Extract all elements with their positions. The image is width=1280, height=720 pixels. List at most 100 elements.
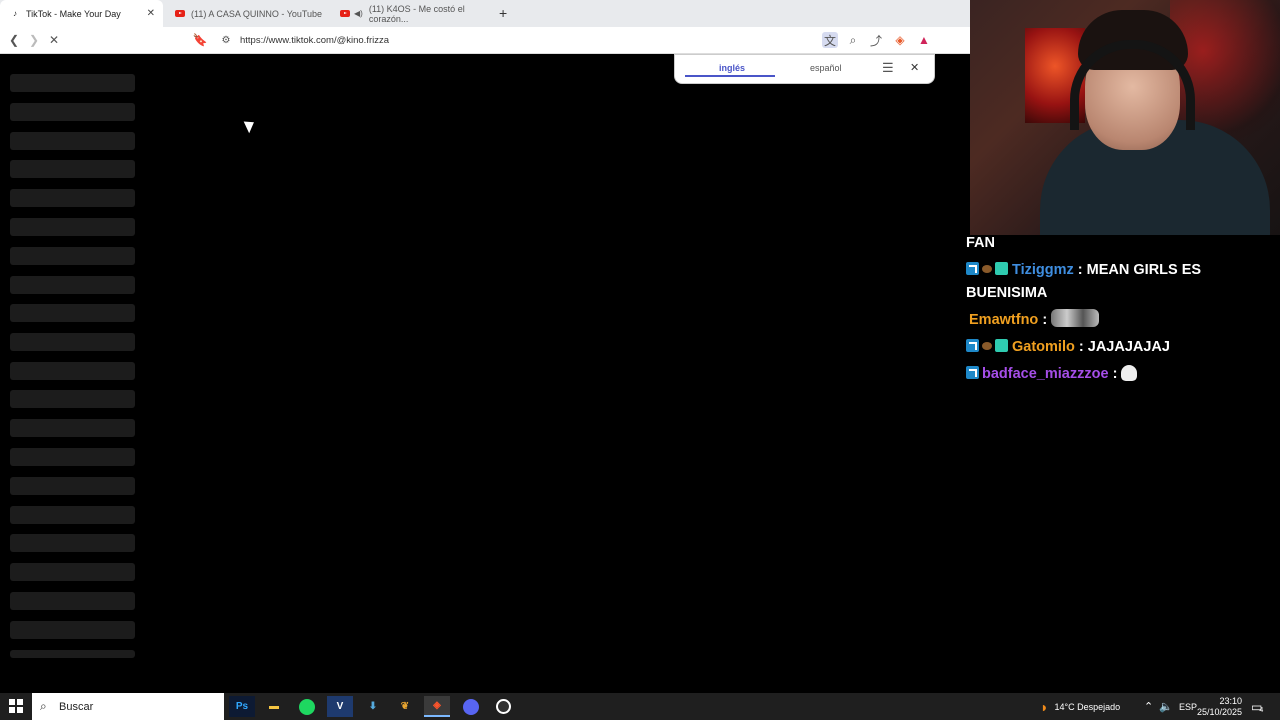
chat-text: JAJAJAJAJ [1087, 339, 1170, 355]
chat-partial-line: FAN [966, 232, 1280, 255]
site-settings-icon[interactable]: ⚙ [218, 32, 234, 48]
skeleton-item [10, 276, 135, 294]
clock-date: 25/10/2025 [1196, 706, 1242, 717]
vegas-icon[interactable]: V [327, 696, 353, 717]
address-bar[interactable]: ⚙ https://www.tiktok.com/@kino.frizza [214, 30, 844, 51]
taskbar-search-box[interactable]: ⌕ Buscar [32, 693, 224, 720]
selected-tab-indicator [685, 75, 775, 77]
spotify-icon[interactable] [294, 696, 320, 717]
tab-label: (11) K4OS - Me costó el corazón... [368, 3, 465, 24]
notification-count: 4 [1259, 707, 1264, 714]
chat-text: FAN [966, 235, 995, 251]
back-button[interactable]: ❮ [6, 32, 22, 48]
skeleton-item [10, 247, 135, 265]
translate-tab-target[interactable]: español [810, 63, 842, 73]
chat-message: Tiziggmz : MEAN GIRLS ES BUENISIMA [966, 259, 1280, 305]
notifications-button[interactable]: ▭ 4 [1251, 693, 1263, 720]
translate-icon[interactable]: 文 [822, 32, 838, 48]
brave-rewards-icon[interactable]: ▲ [916, 32, 932, 48]
youtube-icon [175, 9, 185, 19]
skeleton-item [10, 419, 135, 437]
app-icon[interactable]: ⬇ [360, 696, 386, 717]
menu-icon[interactable]: ☰ [882, 60, 894, 76]
chat-username: Gatomilo [1012, 339, 1075, 355]
mouse-cursor [243, 117, 258, 134]
brave-shield-icon[interactable]: ◈ [892, 32, 908, 48]
skeleton-item [10, 563, 135, 581]
weather-widget[interactable]: ◗ 14°C Despejado [1040, 693, 1120, 720]
windows-start-icon[interactable] [9, 699, 23, 713]
bookmark-icon[interactable]: 🔖 [192, 32, 208, 48]
skeleton-item [10, 592, 135, 610]
close-icon[interactable]: ✕ [910, 61, 919, 74]
tab-label: (11) A CASA QUINNO - YouTube [191, 8, 323, 19]
ball-badge-icon [982, 265, 992, 273]
clock-time: 23:10 [1219, 695, 1242, 706]
obs-icon[interactable] [490, 696, 516, 717]
zoom-icon[interactable]: ⌕ [845, 32, 861, 48]
skeleton-item [10, 189, 135, 207]
new-tab-button[interactable]: + [499, 5, 507, 21]
chat-separator: : [1112, 366, 1118, 382]
chat-separator: : [1042, 312, 1048, 328]
chat-separator: : [1077, 262, 1083, 278]
chat-username: badface_miazzzoe [982, 366, 1109, 382]
tab-youtube-k4os[interactable]: ◀) (11) K4OS - Me costó el corazón... [330, 0, 490, 27]
prime-badge-icon [966, 262, 979, 275]
skeleton-item [10, 333, 135, 351]
browser-toolbar: ❮ ❯ ✕ 🔖 ⚙ https://www.tiktok.com/@kino.f… [0, 27, 970, 54]
skull-emote-icon [1121, 365, 1138, 381]
sub-badge-icon [995, 339, 1008, 352]
webcam-overlay [970, 0, 1280, 235]
tab-label: TikTok - Make Your Day [26, 8, 121, 19]
taskbar: ⌕ Buscar Ps ▬ V ⬇ ❦ ◈ ◗ 14°C Despejado ⌃… [0, 693, 1280, 720]
skeleton-item [10, 534, 135, 552]
tab-youtube-casa-quinno[interactable]: (11) A CASA QUINNO - YouTube [165, 0, 330, 27]
skeleton-item [10, 477, 135, 495]
volume-icon[interactable]: 🔈 [1159, 693, 1173, 720]
emote-icon [1051, 309, 1100, 327]
language-indicator[interactable]: ESP [1179, 693, 1197, 720]
skeleton-item [10, 160, 135, 178]
translate-popup: inglés español ☰ ✕ [674, 54, 935, 84]
clock[interactable]: 23:10 25/10/2025 [1196, 693, 1242, 720]
skeleton-item [10, 74, 135, 92]
weather-icon: ◗ [1040, 698, 1049, 715]
chat-message: Emawtfno : [966, 309, 1280, 332]
translate-tab-source[interactable]: inglés [719, 63, 745, 73]
search-placeholder: Buscar [59, 700, 94, 713]
chat-message: badface_miazzzoe : [966, 363, 1280, 386]
fl-studio-icon[interactable]: ❦ [392, 696, 418, 717]
tab-bar: ♪ TikTok - Make Your Day ✕ (11) A CASA Q… [0, 0, 970, 27]
close-icon[interactable]: ✕ [147, 8, 155, 19]
brave-browser-icon[interactable]: ◈ [424, 696, 450, 717]
file-explorer-icon[interactable]: ▬ [261, 696, 287, 717]
skeleton-item [10, 132, 135, 150]
screen: ♪ TikTok - Make Your Day ✕ (11) A CASA Q… [0, 0, 1280, 720]
skeleton-item [10, 362, 135, 380]
search-icon: ⌕ [40, 699, 47, 713]
share-icon[interactable]: ⤴ [868, 32, 884, 48]
tab-tiktok[interactable]: ♪ TikTok - Make Your Day ✕ [0, 0, 163, 27]
weather-text: 14°C Despejado [1054, 701, 1121, 712]
chat-message: Gatomilo : JAJAJAJAJ [966, 336, 1280, 359]
chat-separator: : [1078, 339, 1084, 355]
stop-loading-button[interactable]: ✕ [46, 32, 62, 48]
prime-badge-icon [966, 339, 979, 352]
prime-badge-icon [966, 366, 979, 379]
url-text: https://www.tiktok.com/@kino.frizza [240, 35, 390, 46]
forward-button[interactable]: ❯ [26, 32, 42, 48]
sub-badge-icon [995, 262, 1008, 275]
chat-username: Tiziggmz [1012, 262, 1074, 278]
skeleton-item [10, 390, 135, 408]
speaker-icon[interactable]: ◀) [354, 9, 363, 19]
chat-username: Emawtfno [969, 312, 1039, 328]
discord-icon[interactable] [458, 696, 484, 717]
skeleton-item [10, 621, 135, 639]
skeleton-item [10, 506, 135, 524]
browser-window: ♪ TikTok - Make Your Day ✕ (11) A CASA Q… [0, 0, 970, 693]
photoshop-icon[interactable]: Ps [229, 696, 255, 717]
skeleton-item [10, 218, 135, 236]
chevron-up-icon[interactable]: ⌃ [1144, 693, 1153, 720]
youtube-icon [340, 9, 350, 19]
